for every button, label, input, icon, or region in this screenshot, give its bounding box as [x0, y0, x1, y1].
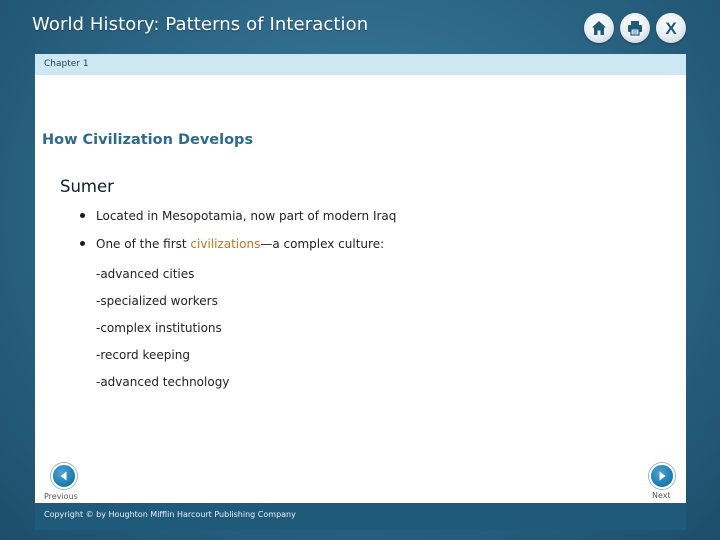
home-button[interactable] [584, 13, 614, 43]
app-title: World History: Patterns of Interaction [32, 14, 369, 35]
sub-item: -specialized workers [96, 294, 218, 308]
sub-list: -advanced cities -specialized workers -c… [96, 264, 229, 399]
sub-item: -advanced technology [96, 375, 230, 389]
topic-title: Sumer [60, 177, 114, 196]
section-title: How Civilization Develops [42, 132, 254, 148]
chapter-label: Chapter 1 [44, 59, 89, 69]
key-term[interactable]: civilizations [190, 237, 260, 251]
print-button[interactable] [620, 13, 650, 43]
arrow-left-icon [60, 471, 67, 481]
bullet-text: Located in Mesopotamia, now part of mode… [96, 209, 397, 223]
bullet-dot-icon [80, 213, 85, 218]
chapter-bar: Chapter 1 [35, 54, 686, 75]
bullet-list: Located in Mesopotamia, now part of mode… [79, 206, 396, 262]
sub-item: -complex institutions [96, 321, 222, 335]
sub-item: -record keeping [96, 348, 190, 362]
home-icon [592, 21, 606, 35]
arrow-right-icon [659, 471, 666, 481]
bullet-text-post: —a complex culture: [260, 237, 385, 251]
next-button[interactable] [649, 463, 675, 489]
slide-panel: Chapter 1 How Civilization Develops Sume… [35, 54, 686, 530]
next-label[interactable]: Next [652, 491, 671, 500]
previous-label[interactable]: Previous [44, 492, 78, 501]
bullet-item: Located in Mesopotamia, now part of mode… [79, 206, 396, 234]
copyright-text: Copyright © by Houghton Mifflin Harcourt… [44, 510, 296, 519]
close-button[interactable]: X [656, 13, 686, 43]
bullet-dot-icon [80, 241, 85, 246]
bullet-text-pre: One of the first [96, 237, 191, 251]
footer-bar: Copyright © by Houghton Mifflin Harcourt… [35, 503, 686, 530]
close-icon: X [665, 18, 677, 38]
printer-icon [628, 21, 642, 36]
previous-button[interactable] [51, 463, 77, 489]
sub-item: -advanced cities [96, 267, 195, 281]
bullet-item: One of the first civilizations—a complex… [79, 234, 396, 262]
